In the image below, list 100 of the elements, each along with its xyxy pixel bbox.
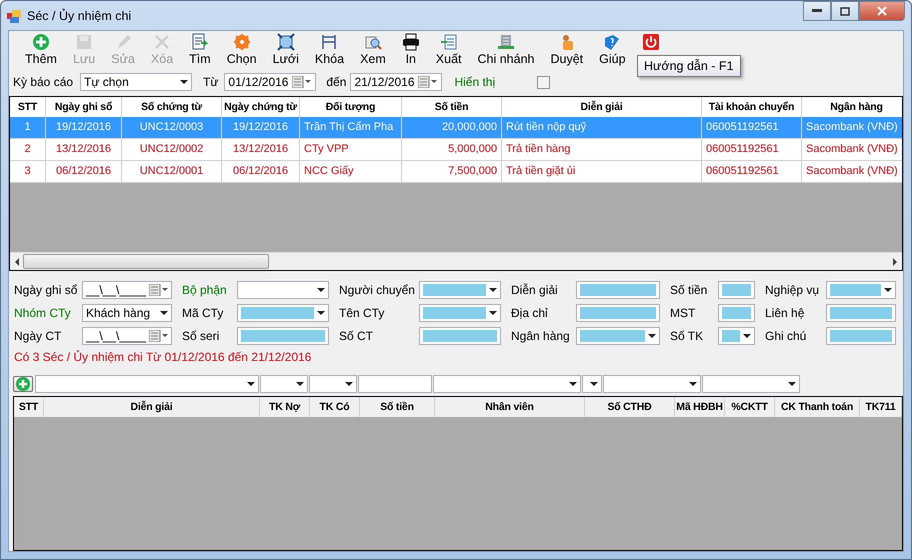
dropdown-field[interactable] (35, 375, 259, 393)
text-field[interactable] (358, 375, 432, 393)
toolbar-button[interactable]: Chi nhánh (470, 33, 542, 66)
toolbar-button[interactable]: Lưới (264, 33, 307, 66)
dropdown-arrow-icon[interactable] (345, 382, 353, 386)
dropdown-field[interactable] (702, 375, 800, 393)
table-cell: 06/12/2016 (222, 161, 300, 183)
grid-icon (276, 33, 295, 51)
dropdown-arrow-icon[interactable] (689, 382, 697, 386)
dropdown-arrow-icon[interactable] (569, 382, 577, 386)
dropdown-arrow-icon[interactable] (743, 334, 751, 338)
text-field[interactable] (576, 280, 660, 298)
toolbar-button[interactable]: Xem (352, 33, 394, 66)
maximize-button[interactable] (831, 1, 859, 21)
text-field[interactable] (718, 304, 755, 322)
dropdown-field[interactable] (309, 375, 357, 393)
dropdown-arrow-icon[interactable] (489, 288, 497, 292)
dropdown-field[interactable] (603, 375, 701, 393)
dropdown-field[interactable] (419, 304, 501, 322)
dropdown-arrow-icon[interactable] (317, 288, 325, 292)
table-cell: 13/12/2016 (46, 139, 122, 161)
column-header[interactable]: STT (14, 397, 44, 417)
column-header[interactable]: Số tiền (360, 397, 435, 417)
scroll-left-icon[interactable] (13, 258, 21, 266)
printer-icon (402, 33, 420, 51)
text-field[interactable] (826, 326, 896, 344)
field-label: Diễn giải (511, 282, 559, 296)
calendar-icon[interactable] (418, 76, 438, 88)
column-header[interactable]: CK Thanh toán (775, 397, 860, 417)
toolbar-button[interactable]: Tìm (181, 33, 219, 66)
field-label: Bộ phận (182, 282, 228, 296)
scrollbar-thumb[interactable] (23, 254, 269, 269)
table-row[interactable]: 3 06/12/2016 UNC12/0001 06/12/2016 NCC Giấy 7,500,000 Trả tiền giặt ủi 060051192561 Sacombank (VNĐ) (10, 161, 902, 183)
dropdown-field[interactable] (260, 375, 308, 393)
table-cell: 3 (10, 161, 46, 183)
field-label: Liên hệ (765, 306, 806, 320)
table-row[interactable]: 2 13/12/2016 UNC12/0002 13/12/2016 CTy VPP 5,000,000 Trả tiền hàng 060051192561 Sacombank (VNĐ) (10, 139, 902, 161)
dropdown-field[interactable] (237, 280, 329, 298)
dropdown-arrow-icon[interactable] (160, 310, 168, 314)
calendar-icon[interactable] (149, 284, 168, 296)
dropdown-arrow-icon[interactable] (489, 310, 497, 314)
field-label: Số tiền (670, 282, 708, 296)
table-cell: 06/12/2016 (46, 161, 122, 183)
dropdown-field[interactable]: Khách hàng (82, 304, 172, 322)
calendar-icon[interactable] (292, 76, 312, 88)
field-label: Nghiệp vụ (765, 282, 820, 296)
dropdown-field[interactable] (433, 375, 581, 393)
text-field[interactable] (826, 304, 896, 322)
plus-icon (32, 33, 50, 51)
building-icon (497, 33, 515, 51)
close-button[interactable] (859, 1, 905, 21)
toolbar-button[interactable]: Chọn (218, 33, 265, 66)
table-cell: 060051192561 (702, 117, 802, 139)
toolbar-button[interactable]: Xuất (428, 33, 470, 66)
text-field[interactable] (576, 304, 660, 322)
text-field[interactable] (237, 326, 329, 344)
table-cell: 19/12/2016 (222, 117, 300, 139)
toolbar-button[interactable]: In (394, 33, 428, 66)
minimize-button[interactable] (803, 1, 831, 21)
checkbox[interactable] (537, 76, 550, 88)
gear-icon (232, 33, 251, 51)
dropdown-field[interactable] (582, 375, 602, 393)
dropdown-arrow-icon[interactable] (590, 382, 598, 386)
field-label: Tên CTy (339, 306, 386, 320)
dropdown-arrow-icon[interactable] (180, 80, 188, 84)
dropdown-arrow-icon[interactable] (788, 382, 796, 386)
column-header[interactable]: Nhân viên (435, 397, 585, 417)
date-field[interactable]: __\__\____ (82, 280, 172, 298)
dropdown-arrow-icon[interactable] (648, 334, 656, 338)
column-header[interactable]: Mã HĐBH (675, 397, 725, 417)
dropdown-field[interactable] (237, 304, 329, 322)
maximize-icon (840, 6, 850, 16)
dropdown-arrow-icon[interactable] (317, 310, 325, 314)
calendar-icon[interactable] (149, 330, 168, 342)
dropdown-arrow-icon[interactable] (296, 382, 304, 386)
text-field[interactable] (718, 280, 755, 298)
text-field[interactable] (419, 326, 501, 344)
date-field[interactable]: 21/12/2016 (350, 73, 442, 91)
scroll-right-icon[interactable] (891, 258, 899, 266)
toolbar-button[interactable]: Duyệt (542, 33, 592, 66)
column-header[interactable]: TK Nợ (260, 397, 310, 417)
add-button[interactable] (13, 376, 33, 392)
dropdown-arrow-icon[interactable] (884, 288, 892, 292)
toolbar-button[interactable]: Khóa (306, 33, 352, 66)
column-header[interactable]: TK711 (860, 397, 902, 417)
column-header[interactable]: Diễn giải (44, 397, 260, 417)
date-field[interactable]: 01/12/2016 (224, 73, 316, 91)
date-field[interactable]: __\__\____ (82, 326, 172, 344)
toolbar-button[interactable]: Thêm (17, 33, 65, 66)
column-header[interactable]: TK Có (310, 397, 360, 417)
dropdown-field[interactable] (419, 280, 501, 298)
column-header[interactable]: %CKTT (725, 397, 775, 417)
dropdown-field[interactable] (718, 326, 755, 344)
dropdown-field[interactable] (826, 280, 896, 298)
column-header[interactable]: Số CTHĐ (585, 397, 675, 417)
dropdown-field[interactable] (576, 326, 660, 344)
dropdown-field[interactable]: Tự chọn (80, 73, 192, 91)
toolbar-button[interactable]: Giúp (591, 33, 634, 66)
table-cell: UNC12/0003 (122, 117, 222, 139)
dropdown-arrow-icon[interactable] (247, 382, 255, 386)
